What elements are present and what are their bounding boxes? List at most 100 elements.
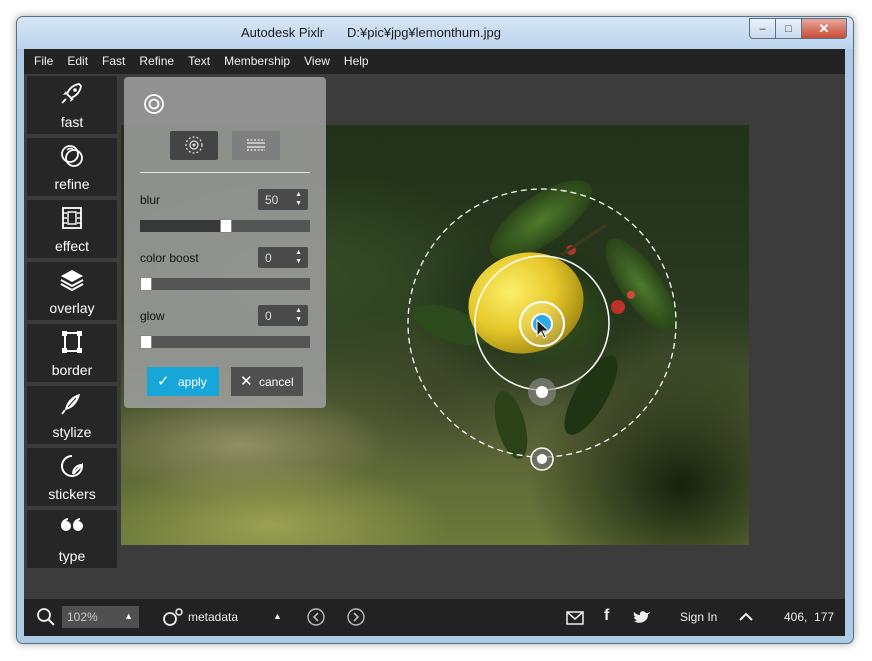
- previous-icon[interactable]: [306, 607, 326, 627]
- cancel-label: cancel: [259, 375, 294, 389]
- tool-stickers[interactable]: stickers: [27, 448, 117, 506]
- tool-label: stylize: [52, 424, 92, 440]
- facebook-icon[interactable]: f: [604, 607, 609, 625]
- app-client: File Edit Fast Refine Text Membership Vi…: [24, 49, 845, 636]
- blur-value: 50: [265, 193, 279, 207]
- twitter-icon[interactable]: [633, 610, 651, 626]
- menu-refine[interactable]: Refine: [132, 49, 181, 74]
- tool-fast[interactable]: fast: [27, 76, 117, 134]
- leaf-shape: [605, 238, 677, 332]
- blur-label: blur: [140, 193, 161, 207]
- menu-help[interactable]: Help: [337, 49, 376, 74]
- glow-slider[interactable]: [140, 335, 310, 349]
- menu-fast[interactable]: Fast: [95, 49, 132, 74]
- glow-label: glow: [140, 309, 165, 323]
- zoom-dropdown[interactable]: 102% ▲: [62, 606, 139, 628]
- focus-target-icon: [144, 94, 164, 114]
- leaf-shape: [564, 355, 618, 435]
- stepper-arrows-icon: ▲ ▼: [295, 307, 302, 323]
- focus-panel: blur 50 ▲ ▼ color boost 0 ▲ ▼ glow 0 ▲ ▼…: [124, 77, 326, 408]
- check-icon: ✓: [157, 373, 170, 390]
- branch-shape: [560, 223, 607, 257]
- cursor-coordinates: 406, 177: [784, 610, 835, 624]
- lemon-shape: [468, 252, 584, 354]
- glow-stepper[interactable]: 0 ▲ ▼: [258, 305, 308, 326]
- status-bar: 102% ▲ metadata ▲ f Sign In 406, 177: [24, 599, 845, 636]
- sign-in-link[interactable]: Sign In: [680, 610, 717, 624]
- radial-mode-button[interactable]: [170, 131, 218, 160]
- berry-shape: [611, 300, 625, 314]
- glow-value: 0: [265, 309, 272, 323]
- stepper-arrows-icon: ▲ ▼: [295, 249, 302, 265]
- color-boost-slider[interactable]: [140, 277, 310, 291]
- zoom-value: 102%: [67, 610, 98, 624]
- apply-button[interactable]: ✓ apply: [147, 367, 219, 396]
- close-button[interactable]: ✕: [802, 18, 847, 39]
- metadata-label[interactable]: metadata: [188, 610, 238, 624]
- next-icon[interactable]: [346, 607, 366, 627]
- radial-focus-icon: [185, 136, 203, 154]
- menu-edit[interactable]: Edit: [60, 49, 95, 74]
- linear-mode-button[interactable]: [232, 131, 280, 160]
- search-icon[interactable]: [36, 607, 56, 627]
- tool-label: border: [51, 362, 93, 378]
- tool-refine[interactable]: refine: [27, 138, 117, 196]
- window-controls: – □ ✕: [749, 18, 847, 39]
- tool-label: effect: [55, 238, 89, 254]
- slider-knob[interactable]: [140, 277, 152, 291]
- maximize-icon: □: [785, 22, 792, 35]
- cancel-button[interactable]: ✕ cancel: [231, 367, 303, 396]
- minimize-button[interactable]: –: [749, 18, 776, 39]
- slider-fill: [140, 220, 225, 232]
- tool-label: refine: [54, 176, 90, 192]
- mail-icon[interactable]: [566, 611, 584, 625]
- menu-bar: File Edit Fast Refine Text Membership Vi…: [24, 49, 845, 74]
- tool-border[interactable]: border: [27, 324, 117, 382]
- title-bar[interactable]: Autodesk Pixlr D:¥pic¥jpg¥lemonthum.jpg …: [17, 17, 853, 49]
- minimize-icon: –: [759, 22, 766, 35]
- tool-label: fast: [60, 114, 84, 130]
- blur-slider[interactable]: [140, 219, 310, 233]
- menu-file[interactable]: File: [24, 49, 60, 74]
- window-file-path: D:¥pic¥jpg¥lemonthum.jpg: [347, 25, 501, 40]
- film-icon: [62, 207, 82, 229]
- maximize-button[interactable]: □: [776, 18, 802, 39]
- metadata-icon[interactable]: [162, 608, 184, 628]
- color-boost-stepper[interactable]: 0 ▲ ▼: [258, 247, 308, 268]
- rocket-icon: [61, 83, 82, 104]
- berry-shape: [627, 291, 635, 299]
- app-window: Autodesk Pixlr D:¥pic¥jpg¥lemonthum.jpg …: [16, 16, 854, 644]
- refine-circles-icon: [61, 145, 83, 167]
- panel-divider: [140, 172, 310, 173]
- close-icon: ✕: [818, 20, 830, 36]
- leaf-shape: [494, 390, 528, 460]
- slider-knob[interactable]: [220, 219, 232, 233]
- tool-label: overlay: [49, 300, 95, 316]
- menu-membership[interactable]: Membership: [217, 49, 297, 74]
- tool-overlay[interactable]: overlay: [27, 262, 117, 320]
- tool-label: type: [58, 548, 86, 564]
- layers-icon: [60, 270, 84, 292]
- color-boost-value: 0: [265, 251, 272, 265]
- canvas-area: fast refine effect overlay border styliz…: [24, 74, 845, 599]
- chevron-up-icon[interactable]: [739, 612, 753, 622]
- chevron-up-icon: ▲: [124, 611, 133, 621]
- linear-focus-icon: [247, 139, 265, 151]
- feather-icon: [61, 394, 80, 415]
- blur-stepper[interactable]: 50 ▲ ▼: [258, 189, 308, 210]
- sticker-icon: [61, 455, 83, 477]
- menu-text[interactable]: Text: [181, 49, 217, 74]
- tool-label: stickers: [48, 486, 96, 502]
- tool-effect[interactable]: effect: [27, 200, 117, 258]
- tool-stylize[interactable]: stylize: [27, 386, 117, 444]
- chevron-up-icon[interactable]: ▲: [273, 611, 282, 621]
- color-boost-label: color boost: [140, 251, 199, 265]
- close-icon: ✕: [240, 373, 253, 390]
- menu-view[interactable]: View: [297, 49, 337, 74]
- quote-icon: [61, 518, 83, 531]
- tool-type[interactable]: type: [27, 510, 117, 568]
- window-title: Autodesk Pixlr: [241, 25, 325, 40]
- apply-label: apply: [178, 375, 207, 389]
- slider-knob[interactable]: [140, 335, 152, 349]
- stepper-arrows-icon: ▲ ▼: [295, 191, 302, 207]
